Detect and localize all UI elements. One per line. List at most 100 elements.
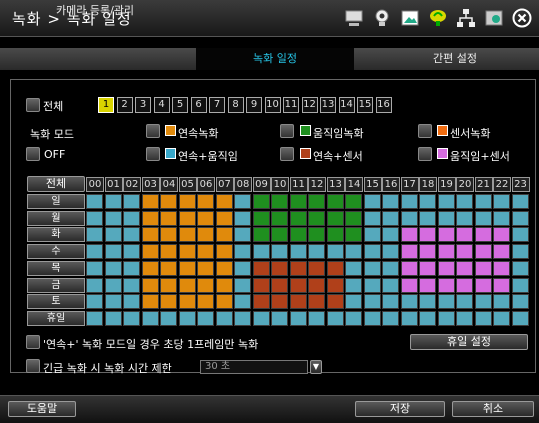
schedule-cell[interactable]: [326, 260, 344, 276]
schedule-cell[interactable]: [345, 310, 362, 326]
schedule-cell[interactable]: [215, 310, 233, 326]
camera-number-2[interactable]: 2: [116, 97, 133, 113]
schedule-cell[interactable]: [104, 294, 122, 310]
schedule-cell[interactable]: [326, 227, 344, 243]
schedule-cell[interactable]: [474, 244, 492, 260]
schedule-cell[interactable]: [86, 310, 103, 326]
hour-header-11[interactable]: 11: [289, 177, 308, 192]
schedule-cell[interactable]: [289, 310, 307, 326]
schedule-cell[interactable]: [474, 294, 492, 310]
schedule-cell[interactable]: [141, 210, 159, 226]
hour-header-22[interactable]: 22: [493, 177, 511, 192]
schedule-cell[interactable]: [104, 277, 122, 293]
schedule-cell[interactable]: [86, 210, 103, 226]
camera-number-13[interactable]: 13: [320, 97, 336, 113]
schedule-cell[interactable]: [197, 244, 214, 260]
day-row-2[interactable]: 화: [27, 227, 85, 243]
schedule-cell[interactable]: [511, 310, 529, 326]
schedule-cell[interactable]: [86, 244, 103, 260]
sensor-checkbox[interactable]: [418, 124, 432, 138]
schedule-cell[interactable]: [252, 227, 270, 243]
hour-header-07[interactable]: 07: [215, 177, 234, 192]
schedule-cell[interactable]: [252, 294, 270, 310]
schedule-cell[interactable]: [511, 244, 529, 260]
schedule-cell[interactable]: [178, 277, 196, 293]
schedule-cell[interactable]: [456, 277, 473, 293]
help-button[interactable]: 도움말: [8, 401, 76, 417]
schedule-all-button[interactable]: 전체: [27, 176, 85, 192]
schedule-cell[interactable]: [141, 227, 159, 243]
day-row-7[interactable]: 휴일: [27, 310, 85, 326]
schedule-cell[interactable]: [308, 294, 325, 310]
schedule-cell[interactable]: [104, 210, 122, 226]
hour-header-06[interactable]: 06: [197, 177, 215, 192]
schedule-cell[interactable]: [419, 260, 436, 276]
schedule-cell[interactable]: [345, 277, 362, 293]
hour-header-15[interactable]: 15: [363, 177, 382, 192]
schedule-cell[interactable]: [474, 210, 492, 226]
schedule-cell[interactable]: [178, 294, 196, 310]
schedule-cell[interactable]: [382, 260, 399, 276]
schedule-cell[interactable]: [141, 294, 159, 310]
schedule-cell[interactable]: [382, 227, 399, 243]
schedule-cell[interactable]: [474, 310, 492, 326]
schedule-cell[interactable]: [215, 294, 233, 310]
schedule-cell[interactable]: [141, 194, 159, 209]
camera-number-4[interactable]: 4: [153, 97, 170, 113]
schedule-cell[interactable]: [400, 244, 418, 260]
schedule-cell[interactable]: [252, 244, 270, 260]
schedule-cell[interactable]: [289, 294, 307, 310]
schedule-cell[interactable]: [345, 260, 362, 276]
tab-camera-management[interactable]: 카메라 등록/관리: [20, 0, 170, 22]
schedule-cell[interactable]: [289, 194, 307, 209]
chevron-down-icon[interactable]: ▼: [310, 360, 322, 374]
schedule-cell[interactable]: [86, 260, 103, 276]
schedule-cell[interactable]: [197, 310, 214, 326]
camera-number-16[interactable]: 16: [375, 97, 392, 113]
schedule-cell[interactable]: [86, 277, 103, 293]
schedule-cell[interactable]: [363, 277, 381, 293]
hour-header-14[interactable]: 14: [345, 177, 363, 192]
schedule-cell[interactable]: [400, 227, 418, 243]
schedule-cell[interactable]: [493, 194, 510, 209]
hour-header-00[interactable]: 00: [86, 177, 104, 192]
schedule-cell[interactable]: [104, 227, 122, 243]
schedule-cell[interactable]: [104, 194, 122, 209]
continuous-sensor-checkbox[interactable]: [280, 147, 294, 161]
schedule-cell[interactable]: [123, 244, 140, 260]
hour-header-18[interactable]: 18: [419, 177, 437, 192]
schedule-cell[interactable]: [123, 210, 140, 226]
schedule-cell[interactable]: [363, 294, 381, 310]
schedule-cell[interactable]: [308, 310, 325, 326]
schedule-cell[interactable]: [123, 260, 140, 276]
schedule-cell[interactable]: [382, 277, 399, 293]
cancel-button[interactable]: 취소: [452, 401, 534, 417]
schedule-cell[interactable]: [400, 260, 418, 276]
schedule-cell[interactable]: [141, 260, 159, 276]
schedule-cell[interactable]: [289, 227, 307, 243]
schedule-cell[interactable]: [160, 210, 177, 226]
schedule-cell[interactable]: [252, 210, 270, 226]
schedule-cell[interactable]: [382, 294, 399, 310]
schedule-cell[interactable]: [141, 310, 159, 326]
schedule-cell[interactable]: [104, 244, 122, 260]
image-icon[interactable]: [399, 7, 421, 29]
schedule-cell[interactable]: [86, 227, 103, 243]
schedule-cell[interactable]: [474, 227, 492, 243]
hour-header-20[interactable]: 20: [456, 177, 474, 192]
schedule-cell[interactable]: [252, 310, 270, 326]
hour-header-09[interactable]: 09: [252, 177, 271, 192]
schedule-cell[interactable]: [474, 260, 492, 276]
schedule-cell[interactable]: [197, 294, 214, 310]
schedule-cell[interactable]: [382, 310, 399, 326]
schedule-cell[interactable]: [493, 227, 510, 243]
schedule-cell[interactable]: [197, 227, 214, 243]
schedule-cell[interactable]: [104, 310, 122, 326]
schedule-cell[interactable]: [456, 210, 473, 226]
schedule-cell[interactable]: [326, 210, 344, 226]
schedule-cell[interactable]: [511, 260, 529, 276]
schedule-cell[interactable]: [493, 260, 510, 276]
camera-number-10[interactable]: 10: [264, 97, 281, 113]
schedule-cell[interactable]: [308, 244, 325, 260]
schedule-cell[interactable]: [215, 227, 233, 243]
